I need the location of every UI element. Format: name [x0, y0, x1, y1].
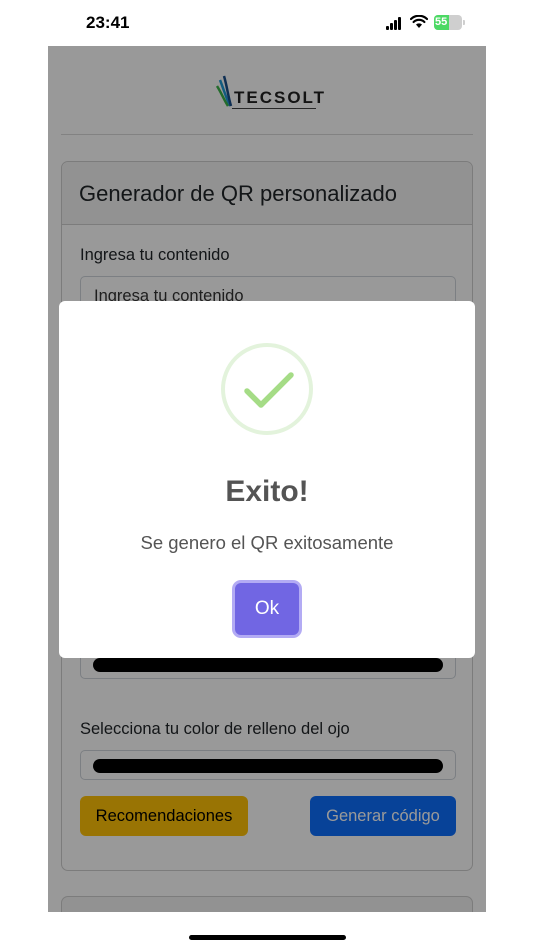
battery-level: 55: [435, 16, 448, 28]
success-dialog: Exito! Se genero el QR exitosamente Ok: [59, 301, 475, 658]
status-time: 23:41: [86, 13, 130, 32]
dialog-message: Se genero el QR exitosamente: [140, 532, 394, 553]
signal-icon: [386, 17, 404, 30]
battery-charging-icon: 55: [434, 15, 462, 30]
dialog-title: Exito!: [225, 475, 309, 508]
status-bar: 23:41 55: [0, 0, 534, 46]
home-indicator[interactable]: [189, 935, 346, 940]
success-check-icon: [221, 343, 313, 435]
ok-button[interactable]: Ok: [235, 583, 299, 635]
wifi-icon: [410, 15, 428, 28]
battery-cap: [463, 20, 465, 25]
